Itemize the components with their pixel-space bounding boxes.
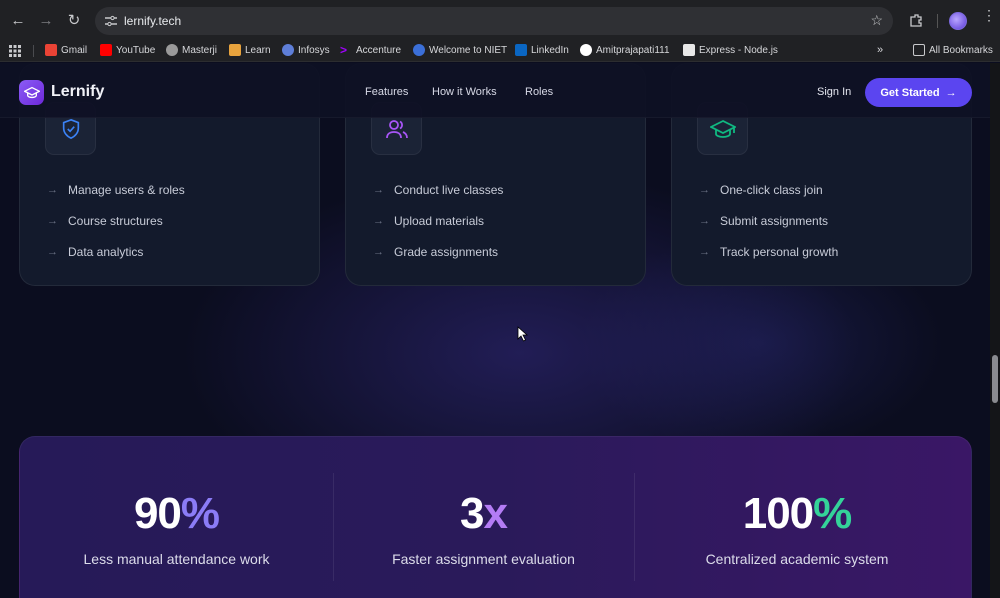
- arrow-right-icon: →: [373, 215, 384, 227]
- browser-menu-icon[interactable]: ⋮: [982, 8, 996, 22]
- feature-item: → Course structures: [47, 214, 163, 228]
- stat-value: 90%: [133, 489, 220, 538]
- brand-name[interactable]: Lernify: [51, 83, 104, 101]
- bookmark-learn[interactable]: Learn: [229, 44, 271, 56]
- bookmark-express[interactable]: Express - Node.js: [683, 44, 778, 56]
- stat-label: Faster assignment evaluation: [392, 551, 575, 567]
- arrow-right-icon: →: [47, 246, 58, 258]
- arrow-right-icon: →: [47, 184, 58, 196]
- scrollbar-thumb[interactable]: [992, 355, 998, 403]
- arrow-right-icon: →: [699, 246, 710, 258]
- arrow-right-icon: →: [945, 86, 957, 99]
- all-bookmarks[interactable]: All Bookmarks: [913, 44, 993, 56]
- niet-icon: [413, 44, 425, 56]
- bookmark-accenture[interactable]: > Accenture: [340, 44, 401, 56]
- forward-icon[interactable]: →: [35, 9, 57, 31]
- accenture-icon: >: [340, 43, 348, 57]
- stat-evaluation: 3x Faster assignment evaluation: [333, 437, 634, 598]
- arrow-right-icon: →: [699, 215, 710, 227]
- site-navbar: Lernify Features How it Works Roles Sign…: [0, 63, 990, 118]
- page-content: → Manage users & roles → Course structures…: [0, 63, 1000, 598]
- feature-item: → Data analytics: [47, 245, 144, 259]
- youtube-icon: [100, 44, 112, 56]
- feature-item: → Upload materials: [373, 214, 485, 228]
- gmail-icon: [45, 44, 57, 56]
- address-bar[interactable]: lernify.tech ☆: [95, 7, 893, 35]
- stat-value: 100%: [742, 489, 853, 538]
- bookmark-gmail[interactable]: Gmail: [45, 44, 87, 56]
- profile-avatar[interactable]: [949, 12, 967, 30]
- learn-icon: [229, 44, 241, 56]
- nav-features[interactable]: Features: [365, 86, 408, 98]
- feature-item: → Conduct live classes: [373, 183, 504, 197]
- arrow-right-icon: →: [373, 184, 384, 196]
- feature-item: → Submit assignments: [699, 214, 829, 228]
- infosys-icon: [282, 44, 294, 56]
- bookmark-masterji[interactable]: Masterji: [166, 44, 217, 56]
- nav-how-it-works[interactable]: How it Works: [432, 86, 497, 98]
- masterji-icon: [166, 44, 178, 56]
- nav-roles[interactable]: Roles: [525, 86, 553, 98]
- feature-item: → Manage users & roles: [47, 183, 185, 197]
- page-scrollbar[interactable]: [990, 63, 1000, 598]
- arrow-right-icon: →: [47, 215, 58, 227]
- toolbar-divider: [937, 14, 938, 28]
- bookmark-niet[interactable]: Welcome to NIET: [413, 44, 507, 56]
- bookmark-infosys[interactable]: Infosys: [282, 44, 330, 56]
- bookmark-youtube[interactable]: YouTube: [100, 44, 155, 56]
- bookmark-github[interactable]: Amitprajapati111: [580, 44, 670, 56]
- url-text[interactable]: lernify.tech: [124, 14, 181, 28]
- folder-icon: [913, 44, 925, 56]
- more-bookmarks-icon[interactable]: »: [877, 44, 883, 56]
- stats-section: 90% Less manual attendance work 3x Faste…: [19, 436, 972, 598]
- reload-icon[interactable]: ↻: [63, 9, 85, 31]
- browser-toolbar: ← → ↻ lernify.tech ☆ ⋮: [0, 0, 1000, 40]
- stat-label: Centralized academic system: [705, 551, 889, 567]
- stat-value: 3x: [460, 489, 508, 538]
- feature-item: → Track personal growth: [699, 245, 839, 259]
- extensions-icon[interactable]: [908, 12, 924, 28]
- feature-item: → Grade assignments: [373, 245, 499, 259]
- bookmark-star-icon[interactable]: ☆: [870, 12, 883, 29]
- back-icon[interactable]: ←: [7, 9, 29, 31]
- stat-label: Less manual attendance work: [83, 551, 270, 567]
- stat-centralized: 100% Centralized academic system: [634, 437, 960, 598]
- stat-attendance: 90% Less manual attendance work: [20, 437, 333, 598]
- mouse-cursor-icon: [517, 326, 529, 342]
- logo-graduation-cap-icon[interactable]: [19, 80, 44, 105]
- get-started-button[interactable]: Get Started →: [865, 78, 972, 107]
- linkedin-icon: [515, 44, 527, 56]
- apps-grid-icon[interactable]: [9, 45, 21, 57]
- github-icon: [580, 44, 592, 56]
- bookmark-linkedin[interactable]: LinkedIn: [515, 44, 569, 56]
- arrow-right-icon: →: [699, 184, 710, 196]
- feature-item: → One-click class join: [699, 183, 823, 197]
- bookmarks-bar: Gmail YouTube Masterji Learn Infosys > Ac…: [0, 40, 1000, 62]
- arrow-right-icon: →: [373, 246, 384, 258]
- express-icon: [683, 44, 695, 56]
- site-info-icon[interactable]: [103, 13, 119, 29]
- bookmarks-divider: [33, 45, 34, 57]
- sign-in-link[interactable]: Sign In: [817, 86, 851, 98]
